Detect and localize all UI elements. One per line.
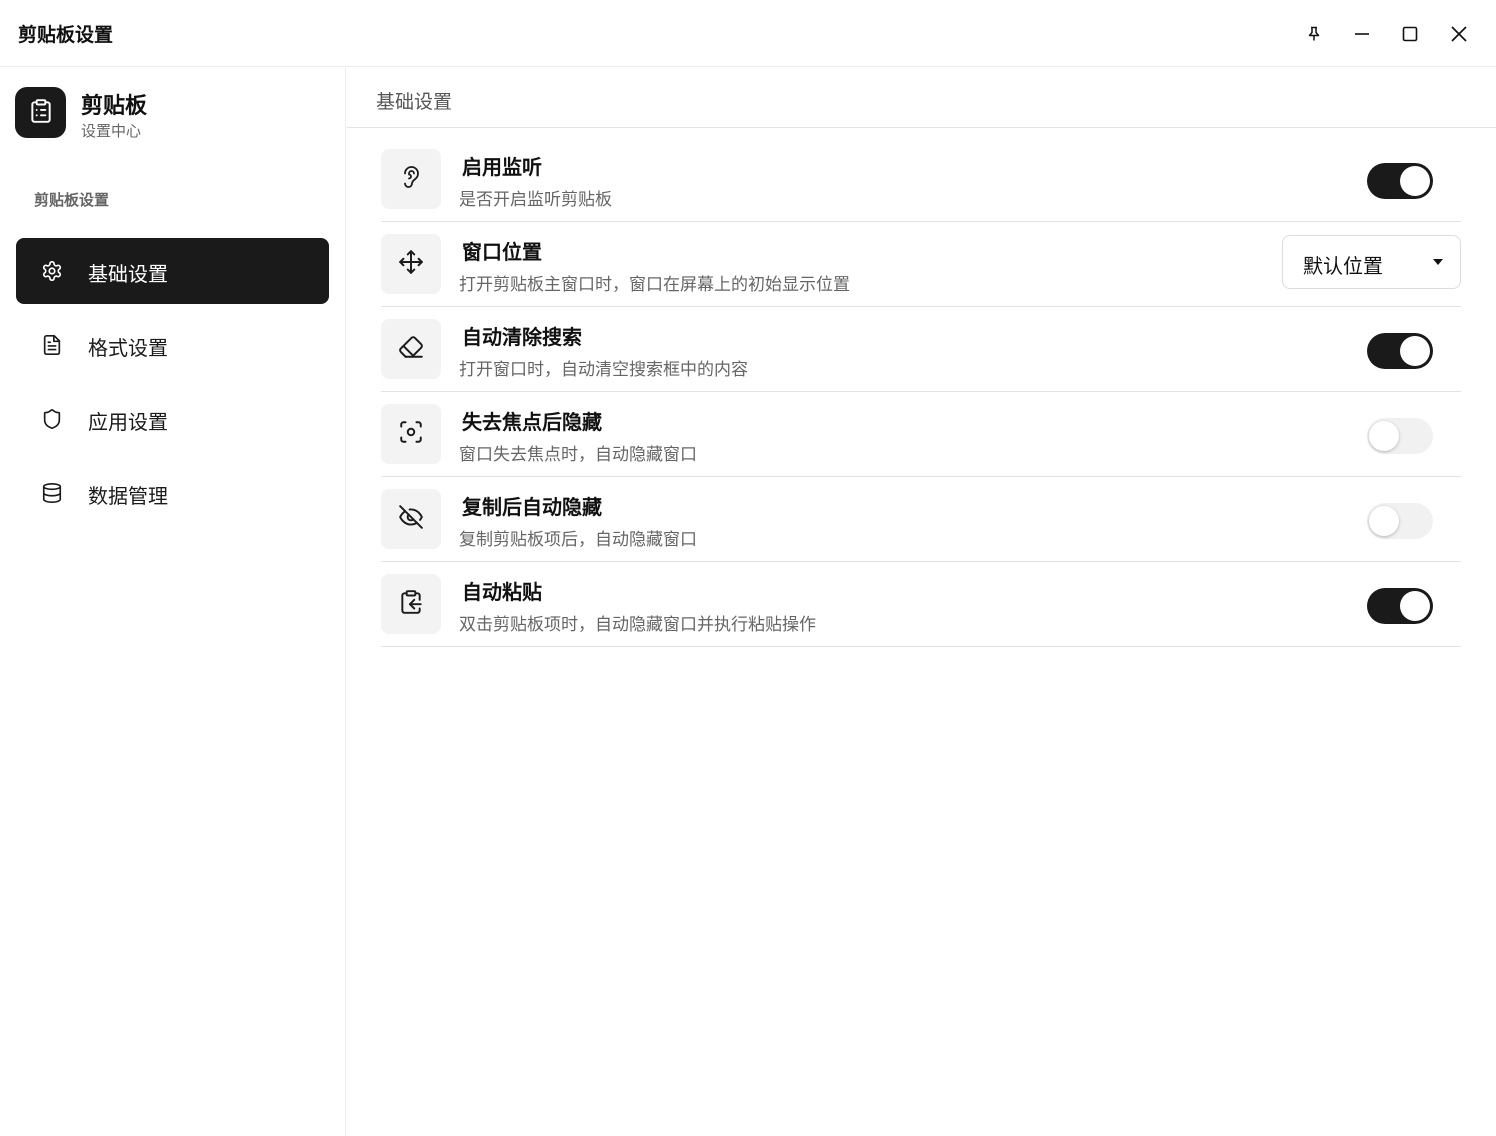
- enable-listening-toggle[interactable]: [1367, 163, 1433, 199]
- setting-icon-box: [381, 149, 441, 209]
- clipboard-paste-icon: [398, 589, 424, 619]
- setting-icon-box: [381, 404, 441, 464]
- window-position-select[interactable]: 默认位置: [1282, 235, 1461, 289]
- minimize-button[interactable]: [1345, 17, 1379, 51]
- move-icon: [398, 249, 424, 279]
- sidebar-item-app-settings[interactable]: 应用设置: [16, 386, 329, 452]
- setting-icon-box: [381, 489, 441, 549]
- setting-row-auto-clear-search: 自动清除搜索 打开窗口时，自动清空搜索框中的内容: [381, 307, 1461, 392]
- toggle-knob: [1400, 166, 1430, 196]
- setting-description: 复制剪贴板项后，自动隐藏窗口: [459, 530, 697, 550]
- setting-row-auto-paste: 自动粘贴 双击剪贴板项时，自动隐藏窗口并执行粘贴操作: [381, 562, 1461, 647]
- toggle-knob: [1400, 336, 1430, 366]
- eraser-icon: [398, 334, 424, 364]
- chevron-down-icon: [1433, 259, 1443, 265]
- setting-title: 自动清除搜索: [462, 325, 582, 349]
- setting-description: 双击剪贴板项时，自动隐藏窗口并执行粘贴操作: [459, 615, 816, 635]
- main-content: 基础设置 启用监听 是否开启监听剪贴板 窗口位置 打开剪贴板主窗口时，窗口在屏幕…: [347, 68, 1496, 1136]
- maximize-icon: [1402, 26, 1418, 42]
- database-icon: [40, 481, 64, 505]
- setting-title: 复制后自动隐藏: [462, 495, 602, 519]
- close-button[interactable]: [1442, 17, 1476, 51]
- eye-off-icon: [398, 504, 424, 534]
- setting-title: 失去焦点后隐藏: [462, 410, 602, 434]
- sidebar-item-format-settings[interactable]: 格式设置: [16, 312, 329, 378]
- setting-title: 窗口位置: [462, 240, 542, 264]
- sidebar-section-label: 剪贴板设置: [34, 191, 110, 209]
- brand-name: 剪贴板: [81, 94, 148, 119]
- focus-icon: [398, 419, 424, 449]
- auto-clear-search-toggle[interactable]: [1367, 333, 1433, 369]
- sidebar-item-basic-settings[interactable]: 基础设置: [16, 238, 329, 304]
- minimize-icon: [1354, 26, 1370, 42]
- hide-on-blur-toggle[interactable]: [1367, 418, 1433, 454]
- sidebar: 剪贴板 设置中心 剪贴板设置 基础设置 格式设置 应用设置 数据管理: [0, 68, 346, 1136]
- toggle-knob: [1369, 421, 1399, 451]
- hide-after-copy-toggle[interactable]: [1367, 503, 1433, 539]
- breadcrumb: 基础设置: [376, 91, 453, 113]
- close-icon: [1450, 25, 1468, 43]
- auto-paste-toggle[interactable]: [1367, 588, 1433, 624]
- shield-icon: [40, 407, 64, 431]
- pin-icon: [1307, 26, 1321, 42]
- setting-description: 窗口失去焦点时，自动隐藏窗口: [459, 445, 697, 465]
- toggle-knob: [1369, 506, 1399, 536]
- document-icon: [40, 333, 64, 357]
- toggle-knob: [1400, 591, 1430, 621]
- sidebar-item-label: 格式设置: [88, 336, 168, 360]
- window-title: 剪贴板设置: [18, 24, 114, 46]
- sidebar-item-label: 数据管理: [88, 484, 168, 508]
- setting-row-window-position: 窗口位置 打开剪贴板主窗口时，窗口在屏幕上的初始显示位置 默认位置: [381, 222, 1461, 307]
- clipboard-icon: [28, 98, 54, 128]
- title-bar: 剪贴板设置: [0, 0, 1496, 67]
- sidebar-item-label: 基础设置: [88, 262, 168, 286]
- setting-row-hide-on-blur: 失去焦点后隐藏 窗口失去焦点时，自动隐藏窗口: [381, 392, 1461, 477]
- setting-title: 自动粘贴: [462, 580, 542, 604]
- setting-description: 是否开启监听剪贴板: [459, 190, 612, 210]
- sidebar-item-data-management[interactable]: 数据管理: [16, 460, 329, 526]
- setting-description: 打开剪贴板主窗口时，窗口在屏幕上的初始显示位置: [459, 275, 850, 295]
- sidebar-item-label: 应用设置: [88, 410, 168, 434]
- content-header: 基础设置: [347, 68, 1496, 128]
- select-value: 默认位置: [1303, 254, 1383, 278]
- gear-icon: [40, 259, 64, 283]
- setting-description: 打开窗口时，自动清空搜索框中的内容: [459, 360, 748, 380]
- setting-icon-box: [381, 319, 441, 379]
- setting-title: 启用监听: [462, 155, 542, 179]
- setting-row-hide-after-copy: 复制后自动隐藏 复制剪贴板项后，自动隐藏窗口: [381, 477, 1461, 562]
- brand-logo: [15, 87, 66, 138]
- pin-button[interactable]: [1297, 17, 1331, 51]
- setting-row-enable-listening: 启用监听 是否开启监听剪贴板: [381, 137, 1461, 222]
- ear-icon: [399, 165, 423, 193]
- setting-icon-box: [381, 234, 441, 294]
- maximize-button[interactable]: [1393, 17, 1427, 51]
- setting-icon-box: [381, 574, 441, 634]
- brand-subtitle: 设置中心: [81, 122, 142, 140]
